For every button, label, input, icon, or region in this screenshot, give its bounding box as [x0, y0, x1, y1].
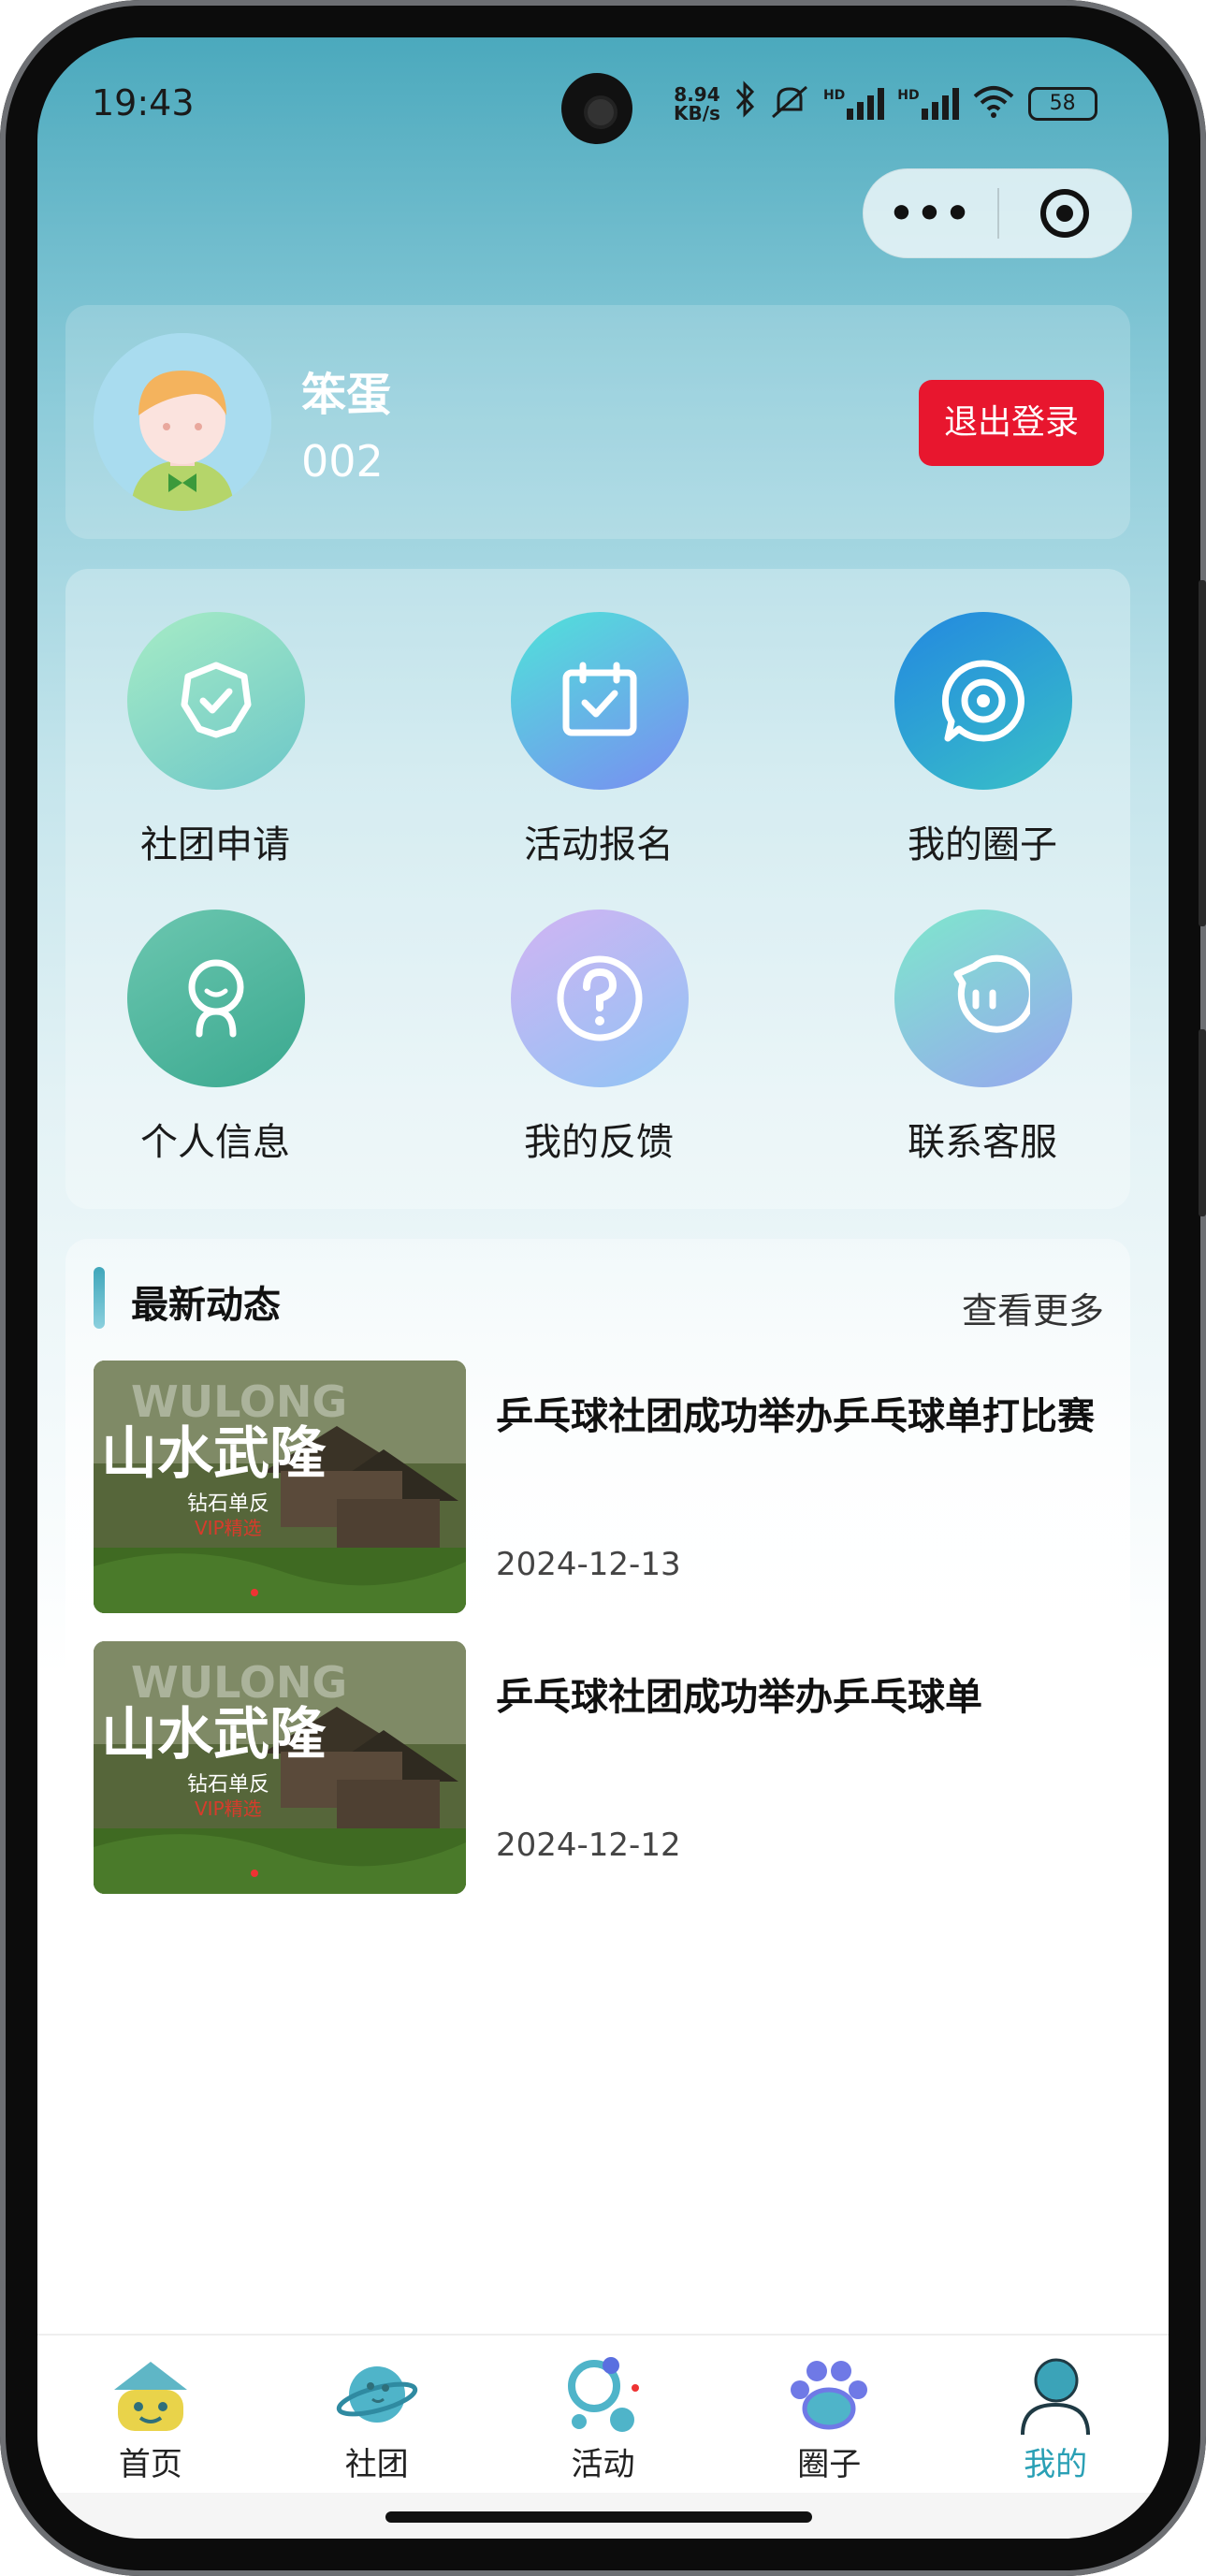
net-speed: 8.94 KB/s	[674, 82, 720, 124]
news-item[interactable]: WULONG 山水武隆 钻石单反 VIP精选 乒乓球社团成功举办乒乓球单 202…	[94, 1641, 1104, 1894]
news-item-date: 2024-12-12	[496, 1826, 681, 1864]
bluetooth-icon	[734, 80, 756, 126]
status-icons: 8.94 KB/s HD HD 58	[674, 80, 1097, 126]
home-face-icon	[109, 2352, 193, 2437]
thumb-sub2: VIP精选	[195, 1797, 262, 1820]
tab-label: 活动	[571, 2446, 635, 2483]
battery-indicator: 58	[1027, 86, 1097, 121]
menu-item-my-circle[interactable]: 我的圈子	[842, 569, 1123, 866]
thumb-title: 山水武隆	[101, 1421, 327, 1487]
thumb-bg-text: WULONG	[131, 1657, 347, 1708]
chat-target-icon	[894, 612, 1072, 790]
thumb-sub: 钻石单反	[187, 1492, 269, 1516]
mute-icon	[769, 83, 810, 124]
menu-item-feedback[interactable]: 我的反馈	[458, 866, 739, 1164]
menu-label: 我的圈子	[908, 823, 1057, 866]
shield-check-icon	[127, 612, 305, 790]
question-icon	[511, 910, 689, 1087]
signal-icon-2: HD	[897, 87, 959, 120]
menu-item-club-apply[interactable]: 社团申请	[75, 569, 356, 866]
menu-label: 社团申请	[140, 823, 290, 866]
thumb-bg-text: WULONG	[131, 1376, 347, 1427]
menu-label: 活动报名	[524, 823, 674, 866]
person-icon	[127, 910, 305, 1087]
news-thumbnail: WULONG 山水武隆 钻石单反 VIP精选	[94, 1641, 466, 1894]
menu-label: 我的反馈	[524, 1121, 674, 1164]
close-miniapp-button[interactable]	[999, 189, 1131, 238]
bottom-tab-bar: 首页 社团 活动 圈子 我的	[37, 2334, 1169, 2493]
menu-label: 联系客服	[908, 1121, 1057, 1164]
volume-button	[1199, 580, 1206, 926]
tab-circle[interactable]: 圈子	[716, 2336, 942, 2493]
user-icon	[1013, 2352, 1097, 2437]
home-indicator[interactable]	[385, 2511, 812, 2523]
front-camera	[561, 73, 632, 144]
avatar[interactable]	[94, 333, 271, 511]
thumb-sub2: VIP精选	[195, 1517, 262, 1539]
more-menu-button[interactable]: •••	[864, 190, 997, 238]
user-id: 002	[301, 436, 384, 487]
news-item[interactable]: WULONG 山水武隆 钻石单反 VIP精选 乒乓球社团成功举办乒乓球单打比赛 …	[94, 1361, 1104, 1613]
view-more-link[interactable]: 查看更多	[962, 1282, 1104, 1333]
feature-menu: 社团申请 活动报名 我的圈子 个人信息 我的反馈 联系客服	[65, 569, 1130, 1209]
paw-icon	[787, 2352, 871, 2437]
wifi-icon	[972, 85, 1015, 123]
menu-item-activity-signup[interactable]: 活动报名	[458, 569, 739, 866]
news-item-title: 乒乓球社团成功举办乒乓球单	[496, 1676, 982, 1719]
section-title: 最新动态	[131, 1284, 281, 1327]
power-button	[1199, 1029, 1206, 1216]
menu-item-personal-info[interactable]: 个人信息	[75, 866, 356, 1164]
tab-mine[interactable]: 我的	[942, 2336, 1169, 2493]
section-accent-bar	[94, 1267, 105, 1329]
news-thumbnail: WULONG 山水武隆 钻石单反 VIP精选	[94, 1361, 466, 1613]
thumb-title: 山水武隆	[101, 1702, 327, 1768]
tab-activity[interactable]: 活动	[490, 2336, 717, 2493]
status-time: 19:43	[92, 82, 195, 124]
signal-icon: HD	[823, 87, 885, 120]
news-section: 最新动态 查看更多 WULONG 山水武隆 钻石单反 VIP精选 乒乓球社团成功…	[65, 1239, 1130, 1913]
tab-label: 社团	[344, 2446, 409, 2483]
bubbles-icon	[560, 2352, 645, 2437]
tab-home[interactable]: 首页	[37, 2336, 264, 2493]
menu-label: 个人信息	[140, 1121, 290, 1164]
tab-label: 我的	[1024, 2446, 1088, 2483]
tab-label: 首页	[118, 2446, 182, 2483]
planet-icon	[335, 2352, 419, 2437]
target-icon	[1040, 189, 1090, 238]
miniapp-capsule: •••	[863, 168, 1132, 258]
phone-screen: 19:43 8.94 KB/s HD HD 58 ••• 笨蛋 002 退出登录…	[0, 0, 1206, 2576]
user-name: 笨蛋	[301, 369, 392, 421]
logout-button[interactable]: 退出登录	[919, 380, 1104, 466]
calendar-check-icon	[511, 612, 689, 790]
tab-label: 圈子	[797, 2446, 862, 2483]
news-item-title: 乒乓球社团成功举办乒乓球单打比赛	[496, 1395, 1095, 1438]
menu-item-customer-service[interactable]: 联系客服	[842, 866, 1123, 1164]
service-face-icon	[894, 910, 1072, 1087]
tab-club[interactable]: 社团	[264, 2336, 490, 2493]
news-item-date: 2024-12-13	[496, 1546, 681, 1583]
profile-card: 笨蛋 002 退出登录	[65, 305, 1130, 539]
thumb-sub: 钻石单反	[187, 1773, 269, 1797]
